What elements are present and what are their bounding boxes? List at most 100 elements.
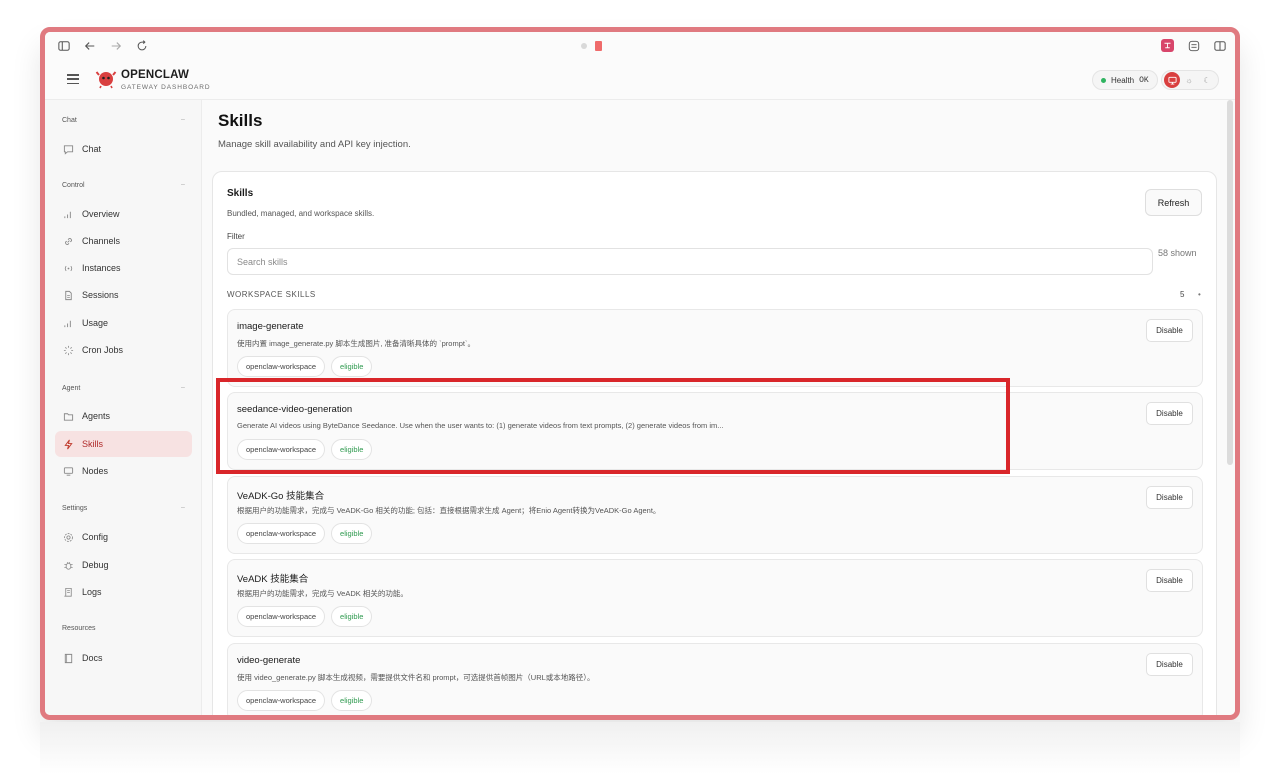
card-title: Skills — [227, 188, 254, 199]
link-icon — [63, 236, 74, 247]
sidebar-item-label: Debug — [82, 560, 109, 570]
sidebar-item-label: Logs — [82, 587, 102, 597]
sidebar-item-instances[interactable]: Instances — [55, 255, 192, 281]
sidebar-item-cron-jobs[interactable]: Cron Jobs — [55, 337, 192, 363]
skill-name: VeADK-Go 技能集合 — [237, 491, 325, 502]
eligible-tag: eligible — [331, 356, 373, 377]
source-tag: openclaw-workspace — [237, 439, 326, 460]
sidebar-item-overview[interactable]: Overview — [55, 201, 192, 227]
skill-name: video-generate — [237, 655, 301, 666]
skill-name: seedance-video-generation — [237, 404, 353, 415]
app-header: OPENCLAW GATEWAY DASHBOARD Health OK ☼ ☾ — [45, 60, 1235, 100]
skill-description: 使用 video_generate.py 脚本生成视频，需要提供文件名和 pro… — [237, 673, 595, 682]
sidebar-item-sessions[interactable]: Sessions — [55, 282, 192, 308]
refresh-button[interactable]: Refresh — [1145, 189, 1202, 216]
main-content: Skills Manage skill availability and API… — [202, 100, 1235, 715]
chevron-icon[interactable]: – — [181, 181, 185, 188]
folder-icon — [63, 411, 74, 422]
disable-button[interactable]: Disable — [1146, 319, 1193, 342]
extension-icon[interactable] — [1161, 39, 1174, 52]
book-icon — [63, 653, 74, 664]
browser-toolbar — [45, 32, 1235, 60]
skill-description: 根据用户的功能需求，完成与 VeADK 相关的功能。 — [237, 589, 408, 598]
chevron-icon[interactable]: – — [181, 384, 185, 391]
sidebar-item-label: Config — [82, 532, 109, 542]
forward-arrow-icon[interactable] — [109, 39, 123, 53]
status-dot-icon — [1101, 77, 1106, 83]
sidebar-toggle-icon[interactable] — [57, 39, 71, 53]
skills-card: Skills Bundled, managed, and workspace s… — [212, 171, 1217, 715]
sidebar-item-label: Skills — [82, 439, 104, 449]
sun-icon[interactable]: ☼ — [1180, 76, 1198, 85]
sidebar-item-label: Agents — [82, 411, 111, 421]
browser-window: OPENCLAW GATEWAY DASHBOARD Health OK ☼ ☾… — [40, 27, 1240, 720]
search-input[interactable] — [227, 248, 1153, 275]
eligible-tag: eligible — [331, 523, 373, 544]
card-subtitle: Bundled, managed, and workspace skills. — [227, 209, 375, 218]
back-arrow-icon[interactable] — [83, 39, 97, 53]
disable-button[interactable]: Disable — [1146, 569, 1193, 592]
active-tab-icon[interactable] — [595, 41, 602, 51]
scrollbar[interactable] — [1227, 100, 1233, 465]
sidebar-item-label: Instances — [82, 263, 121, 273]
skill-item: VeADK-Go 技能集合 根据用户的功能需求，完成与 VeADK-Go 相关的… — [227, 476, 1203, 554]
sidebar-section-agent[interactable]: Agent — [62, 385, 80, 392]
sidebar-section-resources[interactable]: Resources — [62, 625, 95, 632]
tab-indicator — [581, 41, 602, 51]
source-tag: openclaw-workspace — [237, 690, 326, 711]
sidebar-section-settings[interactable]: Settings — [62, 505, 87, 512]
sidebar: Chat – Chat Control – Overview Channels … — [45, 100, 202, 715]
sidebar-item-usage[interactable]: Usage — [55, 310, 192, 336]
sidebar-item-nodes[interactable]: Nodes — [55, 458, 192, 484]
brand-subtitle: GATEWAY DASHBOARD — [121, 84, 211, 91]
skill-name: image-generate — [237, 321, 304, 332]
eligible-tag: eligible — [331, 606, 373, 627]
health-label: Health — [1111, 75, 1135, 85]
tab-list-icon[interactable] — [1187, 39, 1201, 53]
skill-item: video-generate 使用 video_generate.py 脚本生成… — [227, 643, 1203, 715]
sidebar-item-debug[interactable]: Debug — [55, 552, 192, 578]
sidebar-item-skills[interactable]: Skills — [55, 431, 192, 457]
sidebar-section-chat[interactable]: Chat — [62, 117, 77, 124]
theme-switcher: ☼ ☾ — [1161, 70, 1219, 90]
document-icon — [63, 290, 74, 301]
chat-bubble-icon — [63, 144, 74, 155]
sidebar-item-agents[interactable]: Agents — [55, 403, 192, 429]
disable-button[interactable]: Disable — [1146, 486, 1193, 509]
source-tag: openclaw-workspace — [237, 606, 326, 627]
broadcast-icon — [63, 263, 74, 274]
sidebar-item-config[interactable]: Config — [55, 524, 192, 550]
sidebar-item-label: Chat — [82, 144, 102, 154]
loader-icon — [63, 345, 74, 356]
sidebar-item-label: Usage — [82, 318, 109, 328]
chevron-icon[interactable]: – — [181, 116, 185, 123]
page-title: Skills — [218, 111, 263, 130]
reload-icon[interactable] — [135, 39, 149, 53]
gear-icon — [63, 532, 74, 543]
sidebar-item-channels[interactable]: Channels — [55, 228, 192, 254]
skill-description: 使用内置 image_generate.py 脚本生成图片, 准备清晰具体的 `… — [237, 339, 475, 348]
group-dot[interactable]: • — [1198, 290, 1201, 299]
moon-icon[interactable]: ☾ — [1198, 76, 1216, 85]
menu-icon[interactable] — [67, 74, 79, 84]
scroll-icon — [63, 587, 74, 598]
sidebar-section-control[interactable]: Control — [62, 182, 85, 189]
page-subtitle: Manage skill availability and API key in… — [218, 139, 411, 150]
disable-button[interactable]: Disable — [1146, 653, 1193, 676]
monitor-icon[interactable] — [1164, 72, 1180, 88]
tab-dot-icon — [581, 43, 587, 49]
group-count: 5 — [1180, 290, 1185, 299]
skill-description: 根据用户的功能需求，完成与 VeADK-Go 相关的功能; 包括：直接根据需求生… — [237, 506, 661, 515]
disable-button[interactable]: Disable — [1146, 402, 1193, 425]
sidebar-item-label: Docs — [82, 653, 103, 663]
filter-label: Filter — [227, 232, 245, 241]
lightning-icon — [63, 439, 74, 450]
sidebar-item-docs[interactable]: Docs — [55, 645, 192, 671]
sidebar-item-logs[interactable]: Logs — [55, 579, 192, 605]
bar-chart-icon — [63, 209, 74, 220]
shown-count: 58 shown — [1158, 248, 1197, 258]
split-view-icon[interactable] — [1213, 39, 1227, 53]
bar-chart-icon — [63, 318, 74, 329]
chevron-icon[interactable]: – — [181, 504, 185, 511]
sidebar-item-chat[interactable]: Chat — [55, 136, 192, 162]
